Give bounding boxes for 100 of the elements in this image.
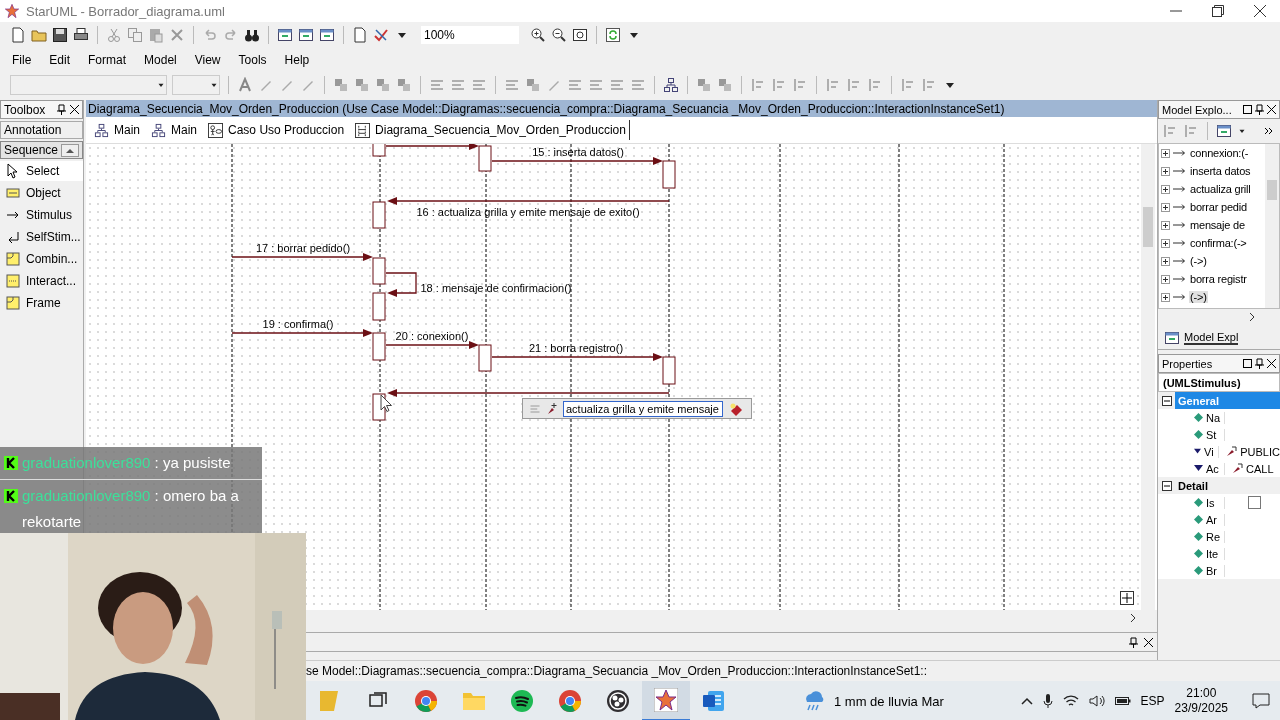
pin-icon[interactable] bbox=[1129, 636, 1138, 648]
property-group[interactable]: Detail bbox=[1175, 477, 1280, 494]
close-icon[interactable] bbox=[1267, 105, 1276, 114]
toolbox-item[interactable]: Select bbox=[0, 161, 83, 181]
tree-item[interactable]: connexion:(- bbox=[1189, 147, 1250, 159]
message-name-field[interactable]: actualiza grilla y emite mensaje bbox=[563, 400, 723, 417]
close-icon[interactable] bbox=[1254, 5, 1266, 17]
message-arrow[interactable] bbox=[491, 157, 663, 165]
message-label[interactable]: 16 : actualiza grilla y emite mensaje de exito() bbox=[416, 206, 640, 218]
property-group[interactable]: General bbox=[1175, 392, 1280, 409]
browser-icon[interactable] bbox=[558, 689, 582, 713]
star-icon[interactable] bbox=[654, 688, 678, 712]
toolbox-item[interactable]: Frame bbox=[0, 293, 83, 313]
refresh-icon[interactable] bbox=[605, 27, 621, 43]
browser-icon[interactable] bbox=[414, 689, 438, 713]
message-label[interactable]: 18 : mensaje de confirmacion() bbox=[420, 282, 572, 294]
checkbox[interactable] bbox=[1248, 496, 1261, 509]
message-label[interactable]: 20 : conexion() bbox=[395, 330, 469, 342]
window-icon[interactable] bbox=[298, 27, 314, 43]
scroll-right-icon[interactable] bbox=[1129, 613, 1137, 623]
font-icon[interactable] bbox=[237, 77, 253, 93]
message-arrow[interactable] bbox=[385, 272, 417, 297]
message-arrow[interactable] bbox=[385, 341, 479, 349]
message-arrow[interactable] bbox=[491, 353, 663, 361]
menu-item[interactable]: Help bbox=[284, 53, 310, 67]
eraser-icon[interactable] bbox=[728, 401, 744, 416]
print-icon[interactable] bbox=[73, 27, 89, 43]
property-value[interactable]: PUBLIC bbox=[1240, 445, 1280, 458]
menu-item[interactable]: View bbox=[194, 53, 221, 67]
menu-item[interactable]: Tools bbox=[238, 53, 267, 67]
menu-item[interactable]: Format bbox=[88, 53, 127, 67]
message-arrow[interactable] bbox=[385, 144, 479, 150]
close-icon[interactable] bbox=[70, 105, 79, 114]
activation-bar[interactable] bbox=[478, 344, 492, 372]
diagram-tab[interactable]: Main bbox=[94, 120, 143, 140]
expand-icon[interactable] bbox=[1161, 292, 1170, 302]
tree-item[interactable]: inserta datos bbox=[1189, 165, 1252, 177]
activation-bar[interactable] bbox=[662, 356, 676, 385]
scroll-right-icon[interactable] bbox=[1248, 312, 1256, 322]
diagram-tab[interactable]: Caso Uso Produccion bbox=[208, 120, 348, 140]
document-app-icon[interactable] bbox=[702, 689, 726, 713]
expand-icon[interactable] bbox=[1161, 184, 1170, 194]
tree-item[interactable]: mensaje de bbox=[1189, 219, 1246, 231]
diagram-tab[interactable]: Diagrama_Secuencia_Mov_Orden_Produccion bbox=[355, 120, 630, 140]
pin-icon[interactable] bbox=[1255, 358, 1264, 369]
menu-item[interactable]: Model bbox=[144, 53, 177, 67]
expand-icon[interactable] bbox=[1161, 274, 1170, 284]
binoculars-icon[interactable] bbox=[244, 27, 260, 43]
vertical-scrollbar[interactable] bbox=[1141, 144, 1155, 610]
toolbox-item[interactable]: Interact... bbox=[0, 271, 83, 291]
menu-item[interactable]: File bbox=[12, 53, 32, 67]
pin-icon[interactable] bbox=[57, 104, 66, 115]
message-arrow[interactable] bbox=[231, 329, 373, 337]
new-file-icon[interactable] bbox=[10, 27, 26, 43]
message-label[interactable]: 15 : inserta datos() bbox=[532, 146, 624, 158]
vertical-scrollbar[interactable] bbox=[1265, 144, 1279, 308]
more-icon[interactable] bbox=[1264, 126, 1274, 136]
weather-text[interactable]: 1 mm de lluvia Mar bbox=[834, 693, 944, 709]
message-arrow[interactable] bbox=[231, 253, 373, 261]
tree-item[interactable]: (->) bbox=[1189, 255, 1208, 267]
maximize-icon[interactable] bbox=[1243, 105, 1252, 114]
document-icon[interactable] bbox=[352, 27, 368, 43]
toolbox-group-tab[interactable]: Annotation bbox=[0, 121, 83, 139]
record-app-icon[interactable] bbox=[606, 689, 630, 713]
panel-tab[interactable]: Model Expl bbox=[1184, 331, 1239, 345]
toolbox-item[interactable]: Stimulus bbox=[0, 205, 83, 225]
window-icon[interactable] bbox=[319, 27, 335, 43]
message-arrow[interactable] bbox=[387, 197, 670, 205]
language-indicator[interactable]: ESP bbox=[1140, 694, 1165, 708]
message-label[interactable]: 21 : borra registro() bbox=[528, 342, 624, 354]
window-icon[interactable] bbox=[1216, 123, 1232, 139]
activation-bar[interactable] bbox=[478, 145, 492, 172]
tree-item[interactable]: actualiza grill bbox=[1189, 183, 1252, 195]
zoom-in-icon[interactable] bbox=[530, 27, 546, 43]
wifi-icon[interactable] bbox=[1062, 694, 1079, 708]
expand-icon[interactable] bbox=[1161, 256, 1170, 266]
window-icon[interactable] bbox=[277, 27, 293, 43]
tree-item[interactable]: (->) bbox=[1189, 291, 1208, 303]
pin-icon[interactable] bbox=[1255, 104, 1264, 115]
message-arrow[interactable] bbox=[387, 389, 670, 397]
diagram-tab[interactable]: Main bbox=[151, 120, 201, 140]
zoom-out-icon[interactable] bbox=[551, 27, 567, 43]
sparkle-icon[interactable] bbox=[546, 401, 558, 416]
expand-icon[interactable] bbox=[1161, 202, 1170, 212]
toolbox-group-tab[interactable]: Sequence bbox=[0, 141, 83, 159]
menu-item[interactable]: Edit bbox=[49, 53, 71, 67]
clock-time[interactable]: 21:00 bbox=[1186, 686, 1217, 701]
hierarchy-icon[interactable] bbox=[663, 77, 679, 93]
tree-item[interactable]: confirma:(-> bbox=[1189, 237, 1248, 249]
expand-icon[interactable] bbox=[1161, 220, 1170, 230]
close-icon[interactable] bbox=[1267, 359, 1276, 368]
window-icon[interactable] bbox=[1164, 330, 1180, 346]
expand-icon[interactable] bbox=[1161, 148, 1170, 158]
collapse-icon[interactable] bbox=[1162, 395, 1172, 406]
expand-icon[interactable] bbox=[1161, 166, 1170, 176]
save-icon[interactable] bbox=[52, 27, 68, 43]
zoom-fit-icon[interactable] bbox=[572, 27, 588, 43]
volume-icon[interactable] bbox=[1088, 694, 1105, 708]
restore-icon[interactable] bbox=[1212, 5, 1224, 17]
toolbox-item[interactable]: Combin... bbox=[0, 249, 83, 269]
